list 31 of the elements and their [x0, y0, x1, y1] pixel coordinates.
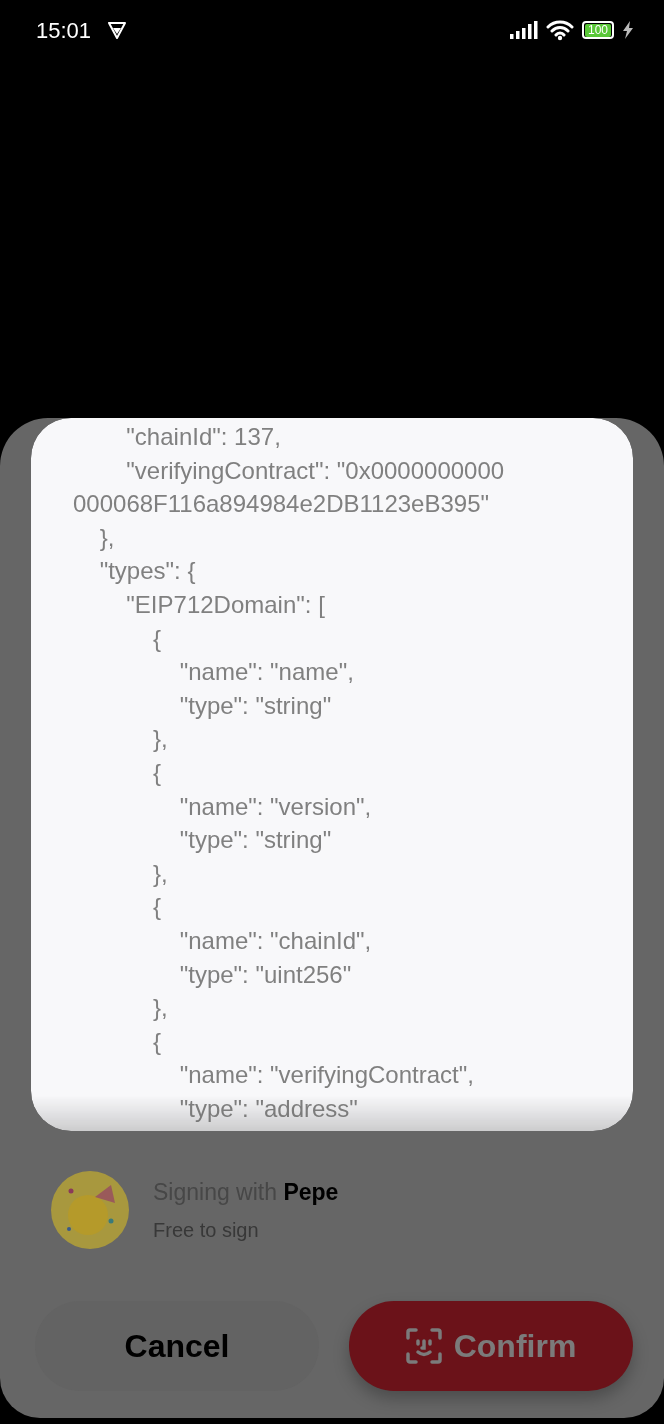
- code-line: "types": {: [98, 556, 197, 587]
- code-line: },: [98, 522, 116, 553]
- clock-time: 15:01: [36, 16, 92, 45]
- code-line: },: [152, 993, 169, 1024]
- code-line: "name": "name",: [178, 657, 355, 688]
- code-line: {: [152, 1026, 163, 1057]
- code-line: "type": "uint256": [178, 959, 353, 990]
- code-line: "type": "address": [178, 1093, 359, 1124]
- code-line: "name": "version",: [178, 791, 373, 822]
- confirm-button[interactable]: Confirm: [349, 1301, 633, 1391]
- charging-icon: [622, 21, 634, 39]
- code-line: "EIP712Domain": [: [125, 589, 326, 620]
- code-line: },: [152, 858, 169, 889]
- battery-icon: 100: [581, 21, 614, 39]
- code-line: "type": "string": [178, 825, 333, 856]
- cancel-button[interactable]: Cancel: [35, 1301, 319, 1391]
- code-line: "type": "string": [178, 690, 333, 721]
- code-line: {: [152, 892, 163, 923]
- face-id-icon: [405, 1328, 442, 1364]
- shield-icon: [107, 20, 128, 40]
- code-line: "verifyingContract": "0x0000000000: [125, 455, 506, 486]
- code-line: "chainId": 137,: [125, 422, 282, 452]
- code-line: "name": "verifyingContract",: [178, 1060, 475, 1091]
- avatar-icon: [51, 1171, 129, 1249]
- code-line: {: [152, 623, 163, 654]
- code-line: },: [152, 724, 169, 755]
- code-line: 000068F116a894984e2DB1123eB395": [73, 489, 490, 520]
- wifi-icon: [545, 19, 574, 41]
- code-line: "name": "chainId",: [178, 925, 373, 956]
- signal-icon: [509, 21, 538, 39]
- code-line: {: [152, 757, 163, 788]
